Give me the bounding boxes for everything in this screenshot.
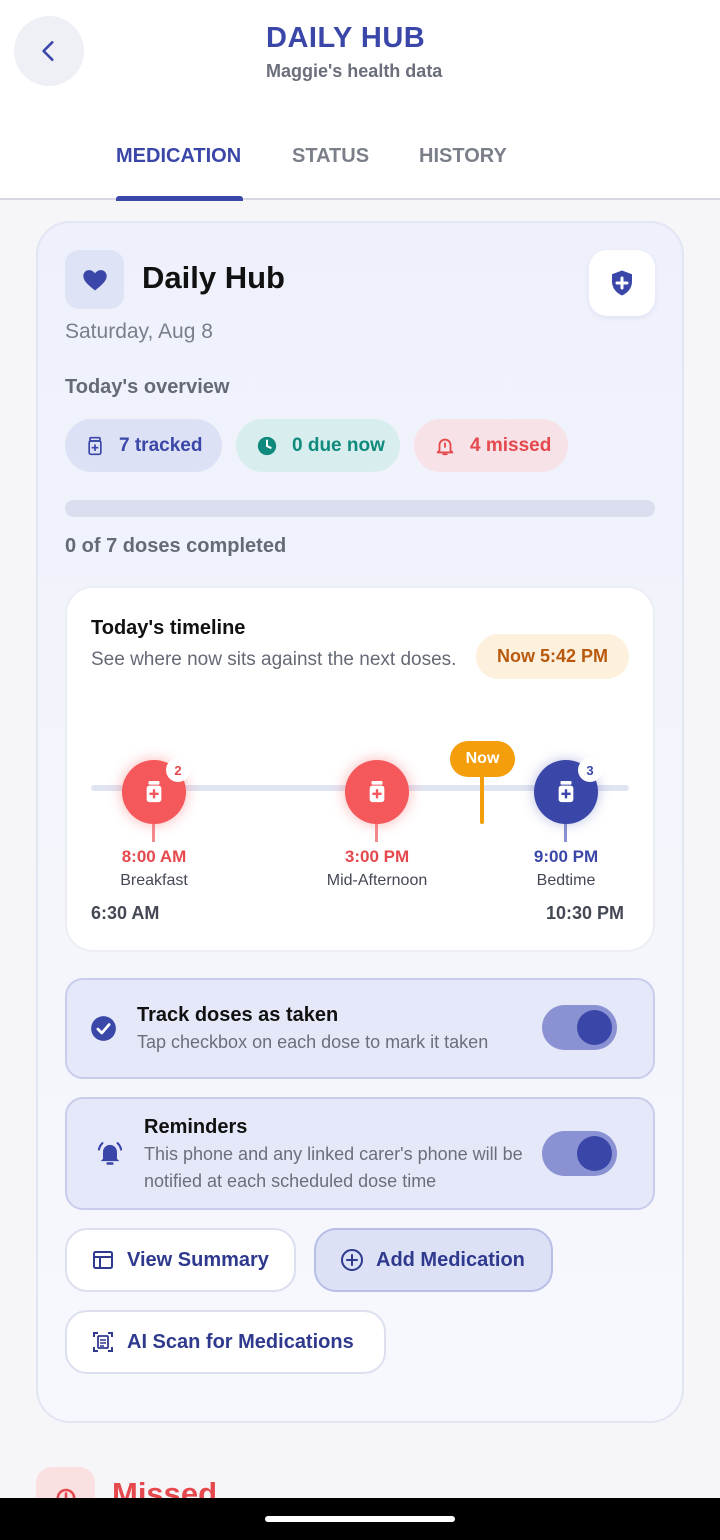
page-title: DAILY HUB bbox=[266, 22, 426, 54]
reminders-title: Reminders bbox=[144, 1116, 248, 1138]
dose-count-badge: 2 bbox=[166, 758, 190, 782]
tab-history[interactable]: HISTORY bbox=[419, 145, 507, 168]
track-doses-description: Tap checkbox on each dose to mark it tak… bbox=[137, 1032, 489, 1052]
tracked-chip-label: 7 tracked bbox=[119, 434, 203, 456]
date-label: Saturday, Aug 8 bbox=[65, 320, 213, 343]
timeline-title: Today's timeline bbox=[91, 617, 246, 639]
check-circle-icon bbox=[91, 1016, 116, 1041]
dose-node-mid-afternoon[interactable] bbox=[345, 760, 409, 824]
view-summary-label: View Summary bbox=[127, 1248, 269, 1271]
pill-bottle-icon bbox=[558, 781, 574, 803]
dose-stem bbox=[375, 822, 378, 842]
clock-icon bbox=[257, 436, 277, 455]
tab-status[interactable]: STATUS bbox=[292, 145, 369, 168]
timeline-end-time: 10:30 PM bbox=[546, 903, 625, 923]
dose-node-bedtime[interactable]: 3 bbox=[534, 758, 602, 824]
dose-stem bbox=[152, 822, 155, 842]
now-marker-line bbox=[480, 770, 484, 824]
missed-chip[interactable]: 4 missed bbox=[414, 419, 568, 472]
due-now-chip-label: 0 due now bbox=[292, 434, 385, 456]
overview-label: Today's overview bbox=[65, 376, 230, 398]
now-marker-tag: Now bbox=[450, 741, 515, 777]
bell-ringing-icon bbox=[97, 1142, 123, 1165]
card-title: Daily Hub bbox=[142, 260, 285, 295]
document-scan-icon bbox=[93, 1332, 113, 1352]
add-circle-icon bbox=[341, 1249, 363, 1271]
add-medication-label: Add Medication bbox=[376, 1248, 525, 1271]
chevron-left-icon bbox=[42, 41, 54, 61]
page-subtitle: Maggie's health data bbox=[266, 61, 443, 81]
heart-icon bbox=[82, 269, 107, 290]
track-doses-title: Track doses as taken bbox=[137, 1004, 339, 1026]
dose-label: Mid-Afternoon bbox=[326, 872, 428, 889]
add-medication-button[interactable]: Add Medication bbox=[314, 1228, 553, 1292]
heart-badge bbox=[65, 250, 124, 309]
due-now-chip[interactable]: 0 due now bbox=[236, 419, 400, 472]
ai-scan-button[interactable]: AI Scan for Medications bbox=[65, 1310, 386, 1374]
dose-stem bbox=[564, 822, 567, 842]
top-app-bar: DAILY HUB Maggie's health data MEDICATIO… bbox=[0, 0, 720, 201]
dose-progress-bar bbox=[65, 500, 655, 517]
timeline-description: See where now sits against the next dose… bbox=[91, 649, 457, 670]
dose-time: 3:00 PM bbox=[344, 847, 410, 866]
track-doses-toggle[interactable] bbox=[542, 1005, 617, 1050]
dose-node-breakfast[interactable]: 2 bbox=[122, 758, 190, 824]
medical-shield-icon bbox=[612, 270, 632, 296]
dose-time: 8:00 AM bbox=[121, 847, 187, 866]
timeline-start-time: 6:30 AM bbox=[91, 903, 160, 923]
ai-scan-label: AI Scan for Medications bbox=[127, 1330, 354, 1353]
back-button[interactable] bbox=[14, 16, 84, 86]
table-icon bbox=[93, 1251, 113, 1269]
tracked-chip[interactable]: 7 tracked bbox=[65, 419, 222, 472]
active-tab-indicator bbox=[116, 196, 243, 201]
current-time-pill: Now 5:42 PM bbox=[476, 634, 629, 679]
toggle-knob bbox=[577, 1136, 612, 1171]
dose-label: Bedtime bbox=[536, 872, 596, 889]
pill-bottle-icon bbox=[369, 781, 385, 803]
toggle-knob bbox=[577, 1010, 612, 1045]
tab-medication[interactable]: MEDICATION bbox=[116, 145, 241, 168]
pill-bottle-icon bbox=[88, 436, 102, 455]
dose-count-badge: 3 bbox=[578, 758, 602, 782]
dose-label: Breakfast bbox=[120, 872, 188, 889]
home-indicator[interactable] bbox=[265, 1516, 455, 1522]
view-summary-button[interactable]: View Summary bbox=[65, 1228, 296, 1292]
bell-alert-icon bbox=[436, 438, 454, 455]
missed-chip-label: 4 missed bbox=[470, 434, 552, 456]
shield-button[interactable] bbox=[589, 250, 655, 316]
dose-time: 9:00 PM bbox=[533, 847, 599, 866]
reminders-description: This phone and any linked carer's phone … bbox=[144, 1144, 523, 1191]
pill-bottle-icon bbox=[146, 781, 162, 803]
reminders-toggle[interactable] bbox=[542, 1131, 617, 1176]
dose-progress-text: 0 of 7 doses completed bbox=[65, 535, 287, 557]
